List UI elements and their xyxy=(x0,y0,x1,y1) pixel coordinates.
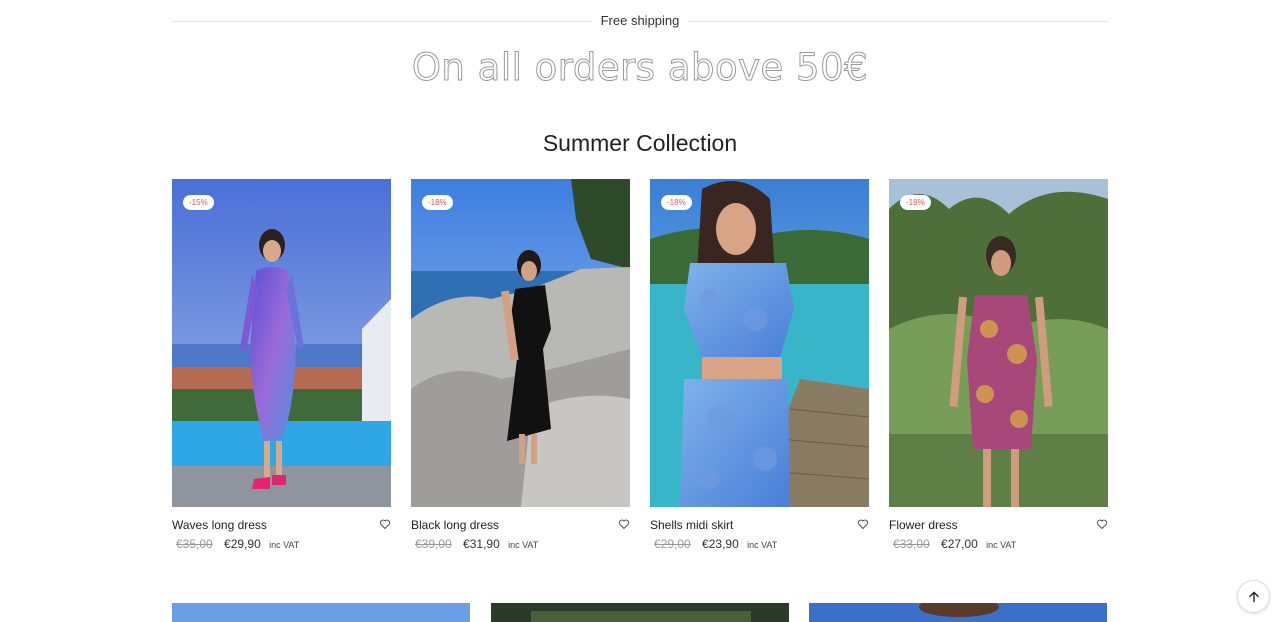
product-name[interactable]: Shells midi skirt xyxy=(650,517,869,533)
product-card[interactable]: -18% Shells midi skirt €29,00 €23,90 inc… xyxy=(650,179,869,553)
product-name[interactable]: Black long dress xyxy=(411,517,630,533)
price-row: €29,00 €23,90 inc VAT xyxy=(650,537,869,553)
vat-label: inc VAT xyxy=(986,540,1017,550)
discount-badge: -15% xyxy=(183,195,214,210)
product-image[interactable]: -18% xyxy=(411,179,630,507)
old-price: €33,00 xyxy=(893,537,930,551)
old-price: €35,00 xyxy=(176,537,213,551)
product-photo xyxy=(172,603,470,622)
vat-label: inc VAT xyxy=(508,540,539,550)
shipping-label: Free shipping xyxy=(600,13,680,28)
product-photo xyxy=(889,179,1108,507)
current-price: €29,90 xyxy=(224,537,261,551)
product-photo xyxy=(809,603,1107,622)
discount-badge: -18% xyxy=(422,195,453,210)
product-image[interactable]: -18% xyxy=(650,179,869,507)
discount-badge: -18% xyxy=(900,195,931,210)
old-price: €29,00 xyxy=(654,537,691,551)
product-card[interactable]: -18% Flower dress €33,00 €27,00 inc VAT xyxy=(889,179,1108,553)
product-image[interactable]: -18% xyxy=(889,179,1108,507)
product-name[interactable]: Waves long dress xyxy=(172,517,391,533)
discount-badge: -18% xyxy=(661,195,692,210)
price-row: €35,00 €29,90 inc VAT xyxy=(172,537,391,553)
current-price: €27,00 xyxy=(941,537,978,551)
heart-icon[interactable] xyxy=(1096,518,1108,530)
product-photo xyxy=(411,179,630,507)
next-product-image[interactable] xyxy=(491,603,789,622)
heart-icon[interactable] xyxy=(618,518,630,530)
old-price: €39,00 xyxy=(415,537,452,551)
product-photo xyxy=(650,179,869,507)
next-product-image[interactable] xyxy=(809,603,1107,622)
product-image[interactable]: -15% xyxy=(172,179,391,507)
product-name[interactable]: Flower dress xyxy=(889,517,1108,533)
current-price: €23,90 xyxy=(702,537,739,551)
product-photo xyxy=(172,179,391,507)
price-row: €33,00 €27,00 inc VAT xyxy=(889,537,1108,553)
section-title: Summer Collection xyxy=(542,130,738,156)
promo-banner-text: On all orders above 50€ xyxy=(411,46,869,90)
arrow-up-icon xyxy=(1248,591,1259,602)
heart-icon[interactable] xyxy=(857,518,869,530)
product-photo xyxy=(491,603,789,622)
shipping-divider: Free shipping xyxy=(172,12,1108,30)
current-price: €31,90 xyxy=(463,537,500,551)
product-card[interactable]: -15% Waves long dress €35,00 €29,90 inc … xyxy=(172,179,391,553)
product-card[interactable]: -18% Black long dress €39,00 €31,90 inc … xyxy=(411,179,630,553)
vat-label: inc VAT xyxy=(269,540,300,550)
price-row: €39,00 €31,90 inc VAT xyxy=(411,537,630,553)
next-product-image[interactable] xyxy=(172,603,470,622)
scroll-to-top-button[interactable] xyxy=(1237,580,1270,613)
vat-label: inc VAT xyxy=(747,540,778,550)
heart-icon[interactable] xyxy=(379,518,391,530)
